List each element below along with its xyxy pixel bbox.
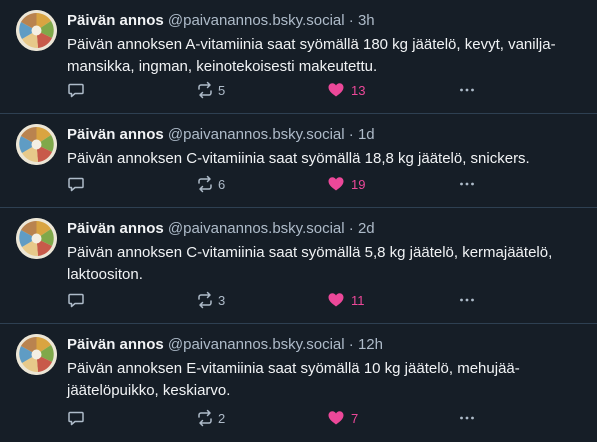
heart-filled-icon bbox=[328, 293, 344, 307]
repost-arrows-icon bbox=[198, 81, 212, 99]
speech-bubble-icon bbox=[68, 293, 84, 308]
avatar[interactable] bbox=[16, 124, 57, 165]
post-item[interactable]: Päivän annos @paivanannos.bsky.social · … bbox=[0, 114, 597, 208]
repost-arrows-icon bbox=[198, 409, 212, 427]
post-time[interactable]: 12h bbox=[358, 336, 383, 353]
repost-button[interactable]: 5 bbox=[196, 81, 225, 99]
repost-button[interactable]: 6 bbox=[196, 175, 225, 193]
avatar[interactable] bbox=[16, 334, 57, 375]
post-feed: Päivän annos @paivanannos.bsky.social · … bbox=[0, 0, 597, 442]
like-count: 7 bbox=[351, 410, 359, 426]
separator: · bbox=[348, 12, 354, 29]
ellipsis-icon bbox=[460, 416, 474, 420]
post-text: Päivän annoksen C-vitamiinia saat syömäl… bbox=[67, 150, 530, 167]
author-handle[interactable]: @paivanannos.bsky.social bbox=[168, 220, 345, 237]
author-name[interactable]: Päivän annos bbox=[67, 336, 164, 353]
speech-bubble-icon bbox=[68, 177, 84, 192]
author-name[interactable]: Päivän annos bbox=[67, 12, 164, 29]
ellipsis-icon bbox=[460, 88, 474, 92]
more-options-button[interactable] bbox=[458, 291, 476, 309]
like-button[interactable]: 19 bbox=[327, 175, 365, 193]
reply-button[interactable] bbox=[67, 409, 85, 427]
post-item[interactable]: Päivän annos @paivanannos.bsky.social · … bbox=[0, 324, 597, 442]
post-text: Päivän annoksen A-vitamiinia saat syömäl… bbox=[67, 36, 556, 75]
reply-button[interactable] bbox=[67, 291, 85, 309]
post-time[interactable]: 1d bbox=[358, 126, 375, 143]
reply-button[interactable] bbox=[67, 175, 85, 193]
post-header: Päivän annos @paivanannos.bsky.social · … bbox=[67, 11, 581, 31]
separator: · bbox=[348, 336, 354, 353]
avatar[interactable] bbox=[16, 10, 57, 51]
post-time[interactable]: 2d bbox=[358, 220, 375, 237]
post-actions: 6 19 bbox=[67, 174, 581, 194]
repost-count: 3 bbox=[218, 292, 226, 308]
ellipsis-icon bbox=[460, 298, 474, 302]
repost-arrows-icon bbox=[198, 291, 212, 309]
repost-button[interactable]: 2 bbox=[196, 409, 225, 427]
more-options-button[interactable] bbox=[458, 81, 476, 99]
separator: · bbox=[348, 126, 354, 143]
post-header: Päivän annos @paivanannos.bsky.social · … bbox=[67, 219, 581, 239]
post-header: Päivän annos @paivanannos.bsky.social · … bbox=[67, 335, 581, 355]
post-item[interactable]: Päivän annos @paivanannos.bsky.social · … bbox=[0, 0, 597, 114]
heart-filled-icon bbox=[328, 411, 344, 425]
heart-filled-icon bbox=[328, 177, 344, 191]
post-item[interactable]: Päivän annos @paivanannos.bsky.social · … bbox=[0, 208, 597, 324]
repost-arrows-icon bbox=[198, 175, 212, 193]
author-handle[interactable]: @paivanannos.bsky.social bbox=[168, 126, 345, 143]
repost-count: 5 bbox=[218, 82, 226, 98]
repost-button[interactable]: 3 bbox=[196, 291, 225, 309]
author-handle[interactable]: @paivanannos.bsky.social bbox=[168, 336, 345, 353]
post-time[interactable]: 3h bbox=[358, 12, 375, 29]
reply-button[interactable] bbox=[67, 81, 85, 99]
like-button[interactable]: 13 bbox=[327, 81, 365, 99]
like-button[interactable]: 11 bbox=[327, 291, 365, 309]
author-name[interactable]: Päivän annos bbox=[67, 220, 164, 237]
ellipsis-icon bbox=[460, 182, 474, 186]
author-handle[interactable]: @paivanannos.bsky.social bbox=[168, 12, 345, 29]
post-text: Päivän annoksen E-vitamiinia saat syömäl… bbox=[67, 360, 520, 399]
more-options-button[interactable] bbox=[458, 409, 476, 427]
repost-count: 2 bbox=[218, 410, 226, 426]
post-actions: 2 7 bbox=[67, 408, 581, 428]
repost-count: 6 bbox=[218, 176, 226, 192]
like-count: 11 bbox=[351, 292, 365, 308]
post-actions: 3 11 bbox=[67, 290, 581, 310]
post-actions: 5 13 bbox=[67, 80, 581, 100]
post-text: Päivän annoksen C-vitamiinia saat syömäl… bbox=[67, 244, 553, 283]
heart-filled-icon bbox=[328, 83, 344, 97]
like-count: 19 bbox=[351, 176, 366, 192]
author-name[interactable]: Päivän annos bbox=[67, 126, 164, 143]
post-header: Päivän annos @paivanannos.bsky.social · … bbox=[67, 125, 581, 145]
speech-bubble-icon bbox=[68, 411, 84, 426]
like-button[interactable]: 7 bbox=[327, 409, 358, 427]
more-options-button[interactable] bbox=[458, 175, 476, 193]
separator: · bbox=[348, 220, 354, 237]
like-count: 13 bbox=[351, 82, 366, 98]
speech-bubble-icon bbox=[68, 83, 84, 98]
avatar[interactable] bbox=[16, 218, 57, 259]
